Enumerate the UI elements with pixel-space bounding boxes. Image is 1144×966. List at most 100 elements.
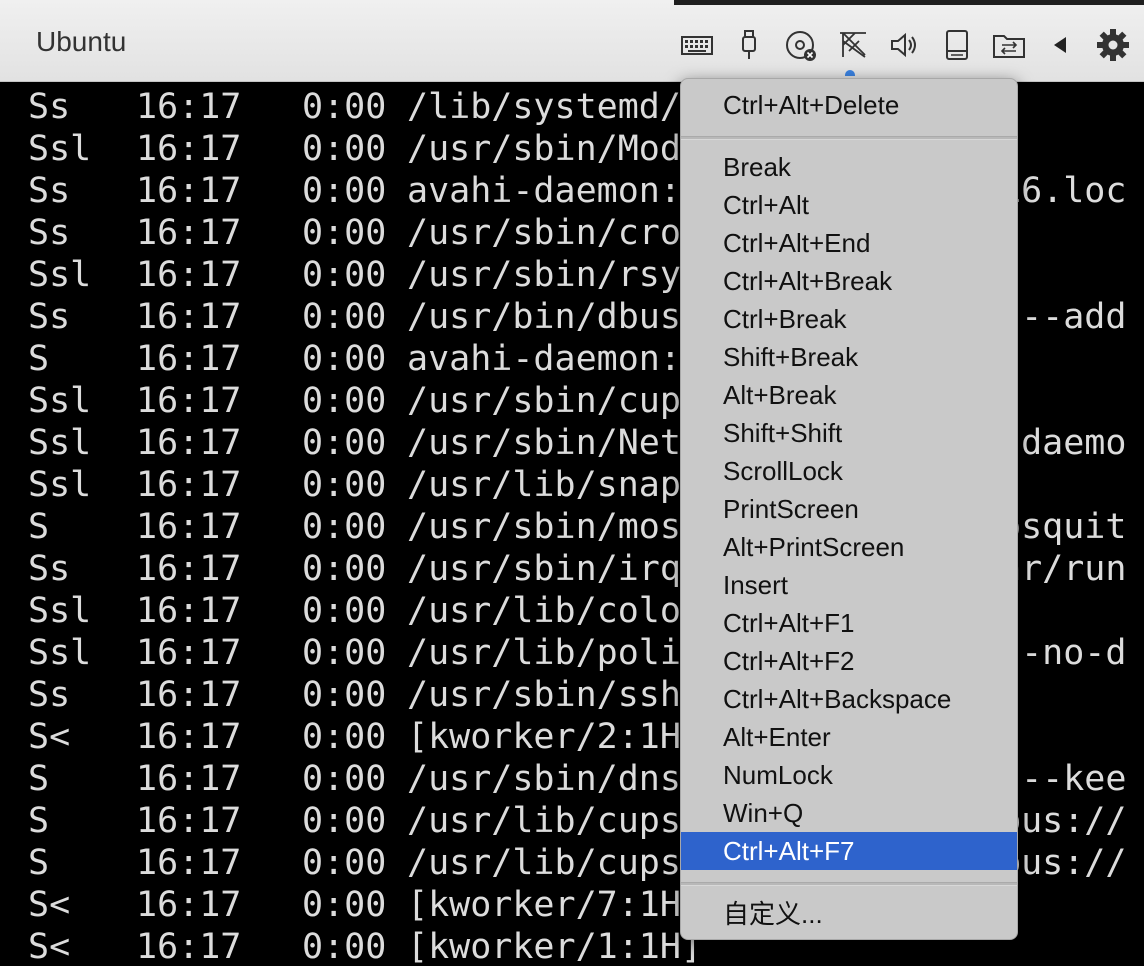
menu-item-ctrl-alt-f1[interactable]: Ctrl+Alt+F1: [681, 604, 1017, 642]
menu-item-insert[interactable]: Insert: [681, 566, 1017, 604]
process-stat: S: [28, 339, 50, 379]
process-command-tail: osquit: [1000, 507, 1127, 547]
process-command: /usr/sbin/cup: [407, 381, 681, 421]
process-start: 16:17: [136, 507, 242, 547]
menu-separator: [681, 136, 1017, 140]
process-time: 0:00: [302, 297, 387, 337]
menu-item-custom[interactable]: 自定义...: [681, 895, 1017, 933]
process-command-tail: -daemo: [1000, 423, 1127, 463]
menu-item-win-q[interactable]: Win+Q: [681, 794, 1017, 832]
process-time: 0:00: [302, 675, 387, 715]
menu-item-scrolllock[interactable]: ScrollLock: [681, 452, 1017, 490]
process-start: 16:17: [136, 675, 242, 715]
process-command: [kworker/7:1H: [407, 885, 681, 925]
menu-item-ctrl-alt-break[interactable]: Ctrl+Alt+Break: [681, 262, 1017, 300]
process-command: /usr/sbin/rsy: [407, 255, 681, 295]
menu-item-ctrl-alt-backspace[interactable]: Ctrl+Alt+Backspace: [681, 680, 1017, 718]
process-time: 0:00: [302, 717, 387, 757]
menu-item-alt-break[interactable]: Alt+Break: [681, 376, 1017, 414]
process-stat: Ss: [28, 549, 71, 589]
process-start: 16:17: [136, 255, 242, 295]
process-time: 0:00: [302, 591, 387, 631]
menu-item-ctrl-alt-delete[interactable]: Ctrl+Alt+Delete: [681, 86, 1017, 124]
process-stat: Ssl: [28, 381, 92, 421]
process-stat: Ss: [28, 171, 71, 211]
toolbar-top-edge: [674, 0, 1144, 5]
process-command: /usr/sbin/cro: [407, 213, 681, 253]
keyboard-icon[interactable]: [676, 24, 718, 66]
process-stat: Ss: [28, 297, 71, 337]
process-time: 0:00: [302, 171, 387, 211]
process-command: /usr/lib/poli: [407, 633, 681, 673]
network-icon[interactable]: [832, 24, 874, 66]
optical-disc-icon[interactable]: [780, 24, 822, 66]
process-stat: S: [28, 801, 50, 841]
menu-item-shift-break[interactable]: Shift+Break: [681, 338, 1017, 376]
process-time: 0:00: [302, 885, 387, 925]
process-time: 0:00: [302, 759, 387, 799]
process-command-tail: --no-d: [1000, 633, 1127, 673]
process-command: /usr/lib/snap: [407, 465, 681, 505]
process-time: 0:00: [302, 213, 387, 253]
menu-item-ctrl-break[interactable]: Ctrl+Break: [681, 300, 1017, 338]
process-time: 0:00: [302, 87, 387, 127]
audio-icon[interactable]: [884, 24, 926, 66]
process-start: 16:17: [136, 465, 242, 505]
menu-item-ctrl-alt-end[interactable]: Ctrl+Alt+End: [681, 224, 1017, 262]
menu-item-ctrl-alt-f2[interactable]: Ctrl+Alt+F2: [681, 642, 1017, 680]
process-stat: S: [28, 507, 50, 547]
process-stat: S: [28, 759, 50, 799]
process-start: 16:17: [136, 591, 242, 631]
process-command-tail: 16.loc: [1000, 171, 1127, 211]
process-stat: Ssl: [28, 465, 92, 505]
process-command-tail: --add: [1000, 297, 1127, 337]
menu-item-break[interactable]: Break: [681, 148, 1017, 186]
process-stat: S<: [28, 885, 71, 925]
menu-item-ctrl-alt-f7[interactable]: Ctrl+Alt+F7: [681, 832, 1017, 870]
process-command-tail: --kee: [1000, 759, 1127, 799]
process-stat: Ssl: [28, 129, 92, 169]
process-stat: S<: [28, 717, 71, 757]
process-start: 16:17: [136, 171, 242, 211]
process-stat: S: [28, 843, 50, 883]
process-stat: S<: [28, 927, 71, 966]
process-command: /lib/systemd/: [407, 87, 681, 127]
process-command: /usr/sbin/Mod: [407, 129, 681, 169]
menu-item-numlock[interactable]: NumLock: [681, 756, 1017, 794]
process-command: /usr/sbin/dns: [407, 759, 681, 799]
process-command: avahi-daemon:: [407, 171, 681, 211]
process-stat: Ss: [28, 213, 71, 253]
process-command: /usr/bin/dbus: [407, 297, 681, 337]
process-stat: Ss: [28, 87, 71, 127]
menu-item-shift-shift[interactable]: Shift+Shift: [681, 414, 1017, 452]
process-command: avahi-daemon:: [407, 339, 681, 379]
process-start: 16:17: [136, 801, 242, 841]
process-time: 0:00: [302, 255, 387, 295]
process-command: [kworker/2:1H: [407, 717, 681, 757]
process-command-tail: bus://: [1000, 843, 1127, 883]
send-keys-menu: Ctrl+Alt+Delete Break Ctrl+Alt Ctrl+Alt+En…: [680, 78, 1018, 940]
process-time: 0:00: [302, 507, 387, 547]
process-command: /usr/sbin/mos: [407, 507, 681, 547]
process-time: 0:00: [302, 843, 387, 883]
process-start: 16:17: [136, 885, 242, 925]
process-stat: Ss: [28, 675, 71, 715]
collapse-arrow-icon[interactable]: [1040, 24, 1082, 66]
shared-folder-icon[interactable]: [988, 24, 1030, 66]
menu-item-alt-enter[interactable]: Alt+Enter: [681, 718, 1017, 756]
process-time: 0:00: [302, 465, 387, 505]
gear-icon[interactable]: [1092, 24, 1134, 66]
process-stat: Ssl: [28, 591, 92, 631]
process-time: 0:00: [302, 129, 387, 169]
menu-separator: [681, 882, 1017, 886]
usb-icon[interactable]: [728, 24, 770, 66]
process-command: /usr/lib/cups: [407, 801, 681, 841]
process-start: 16:17: [136, 633, 242, 673]
process-stat: Ssl: [28, 633, 92, 673]
menu-item-alt-printscreen[interactable]: Alt+PrintScreen: [681, 528, 1017, 566]
process-start: 16:17: [136, 297, 242, 337]
hard-disk-icon[interactable]: [936, 24, 978, 66]
menu-item-ctrl-alt[interactable]: Ctrl+Alt: [681, 186, 1017, 224]
menu-item-printscreen[interactable]: PrintScreen: [681, 490, 1017, 528]
process-start: 16:17: [136, 213, 242, 253]
